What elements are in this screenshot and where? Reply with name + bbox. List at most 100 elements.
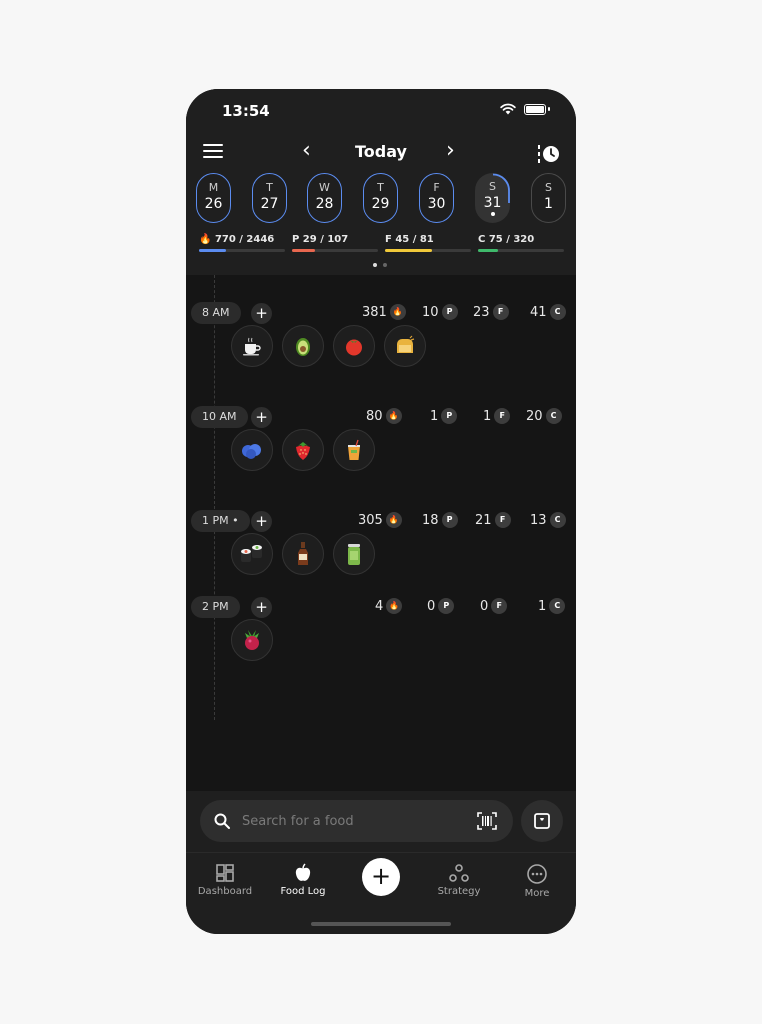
carbs-value: 20	[526, 408, 543, 424]
fat-label: F 45 / 81	[385, 234, 434, 245]
add-food-button[interactable]: +	[251, 407, 272, 428]
fat-value: 21	[475, 512, 492, 528]
calories-label: 🔥 770 / 2446	[199, 234, 285, 245]
day-number: 1	[544, 196, 553, 212]
calories-summary: 🔥 770 / 2446	[199, 234, 285, 252]
status-icons	[500, 103, 550, 115]
calories-value: 4	[375, 598, 384, 614]
flame-icon: 🔥	[385, 408, 402, 424]
carbs-value: 1	[538, 598, 547, 614]
tab-strategy[interactable]: Strategy	[420, 863, 498, 897]
calories-value: 770 / 2446	[214, 234, 275, 245]
meal-time[interactable]: 10 AM	[191, 406, 248, 428]
protein-badge: P	[441, 304, 458, 320]
meal-time[interactable]: 2 PM	[191, 596, 240, 618]
day-sun-1[interactable]: S 1	[531, 173, 566, 223]
day-fri-30[interactable]: F 30	[419, 173, 454, 223]
week-day-selector: M 26 T 27 W 28 T 29 F 30 S 31 S 1	[195, 173, 567, 225]
meal-time[interactable]: 1 PM •	[191, 510, 250, 532]
meal-carbs: 41 C	[530, 304, 566, 320]
current-dot: •	[232, 514, 239, 527]
tab-food-log[interactable]: Food Log	[264, 863, 342, 897]
carbs-label: C 75 / 320	[478, 234, 535, 245]
sushi-icon[interactable]	[231, 533, 273, 575]
meal-protein: 18 P	[422, 512, 458, 528]
day-sat-31-today[interactable]: S 31	[475, 173, 510, 223]
meal-fat: 21 F	[475, 512, 511, 528]
meal-calories: 305 🔥	[358, 512, 402, 528]
carbs-badge: C	[545, 408, 562, 424]
page-indicator[interactable]	[373, 263, 387, 267]
day-number: 30	[427, 196, 446, 212]
meal-fat: 23 F	[473, 304, 509, 320]
fat-value: 0	[480, 598, 489, 614]
meal-calories: 4 🔥	[375, 598, 403, 614]
battery-tip	[548, 107, 550, 111]
day-number: 27	[260, 196, 279, 212]
smoothie-icon[interactable]	[333, 533, 375, 575]
meal-carbs: 20 C	[526, 408, 562, 424]
add-food-button[interactable]: +	[251, 511, 272, 532]
meal-protein: 0P	[427, 598, 455, 614]
day-letter: M	[208, 181, 219, 194]
tab-label: Strategy	[437, 886, 481, 897]
flame-icon: 🔥	[389, 304, 406, 320]
next-day-button[interactable]: ›	[446, 138, 455, 163]
history-icon[interactable]	[538, 144, 560, 168]
carbs-value: 13	[530, 512, 547, 528]
app-screen: 13:54 ‹ Today › M 26 T 27 W 28 T 29 F 30…	[186, 89, 576, 934]
radish-icon[interactable]	[231, 619, 273, 661]
day-number: 29	[371, 196, 390, 212]
meal-time[interactable]: 8 AM	[191, 302, 241, 324]
protein-badge: P	[438, 598, 455, 614]
day-number: 26	[204, 196, 223, 212]
carbs-bar-fill	[478, 249, 498, 252]
timeline-line	[214, 275, 215, 720]
day-wed-28[interactable]: W 28	[307, 173, 342, 223]
dashboard-icon	[216, 864, 234, 882]
home-indicator	[311, 922, 451, 926]
day-letter: T	[377, 181, 384, 194]
tab-label: More	[524, 888, 550, 899]
fat-badge: F	[492, 304, 509, 320]
fat-badge: F	[494, 408, 511, 424]
avocado-icon[interactable]	[282, 325, 324, 367]
page-title: Today	[355, 142, 407, 161]
add-button[interactable]: +	[362, 858, 400, 896]
protein-value: 0	[427, 598, 436, 614]
coffee-icon[interactable]	[231, 325, 273, 367]
carbs-bar	[478, 249, 564, 252]
day-tue-27[interactable]: T 27	[252, 173, 287, 223]
day-mon-26[interactable]: M 26	[196, 173, 231, 223]
fat-summary: F 45 / 81	[385, 234, 471, 252]
meal-protein: 10 P	[422, 304, 458, 320]
strawberry-icon[interactable]	[282, 429, 324, 471]
scale-icon	[534, 813, 550, 829]
search-icon	[214, 813, 230, 829]
barcode-scan-icon[interactable]	[477, 812, 497, 830]
meal-food-list	[231, 325, 426, 367]
bottle-icon[interactable]	[282, 533, 324, 575]
header-area: 13:54 ‹ Today › M 26 T 27 W 28 T 29 F 30…	[186, 89, 576, 275]
tab-dashboard[interactable]: Dashboard	[186, 863, 264, 897]
calories-value: 381	[362, 304, 387, 320]
fat-bar-fill	[385, 249, 433, 252]
blueberries-icon[interactable]	[231, 429, 273, 471]
bread-icon[interactable]	[384, 325, 426, 367]
day-letter: F	[433, 181, 440, 194]
meal-carbs: 13 C	[530, 512, 566, 528]
calories-bar	[199, 249, 285, 252]
day-thu-29[interactable]: T 29	[363, 173, 398, 223]
tomato-icon[interactable]	[333, 325, 375, 367]
add-food-button[interactable]: +	[251, 597, 272, 618]
tab-more[interactable]: More	[498, 863, 576, 899]
add-food-button[interactable]: +	[251, 303, 272, 324]
meal-protein: 1P	[430, 408, 458, 424]
more-icon	[527, 864, 547, 884]
meal-food-list	[231, 429, 375, 471]
meal-food-list	[231, 533, 375, 575]
juice-icon[interactable]	[333, 429, 375, 471]
search-input[interactable]	[242, 800, 462, 842]
meal-fat: 1F	[483, 408, 511, 424]
scale-button[interactable]	[521, 800, 563, 842]
